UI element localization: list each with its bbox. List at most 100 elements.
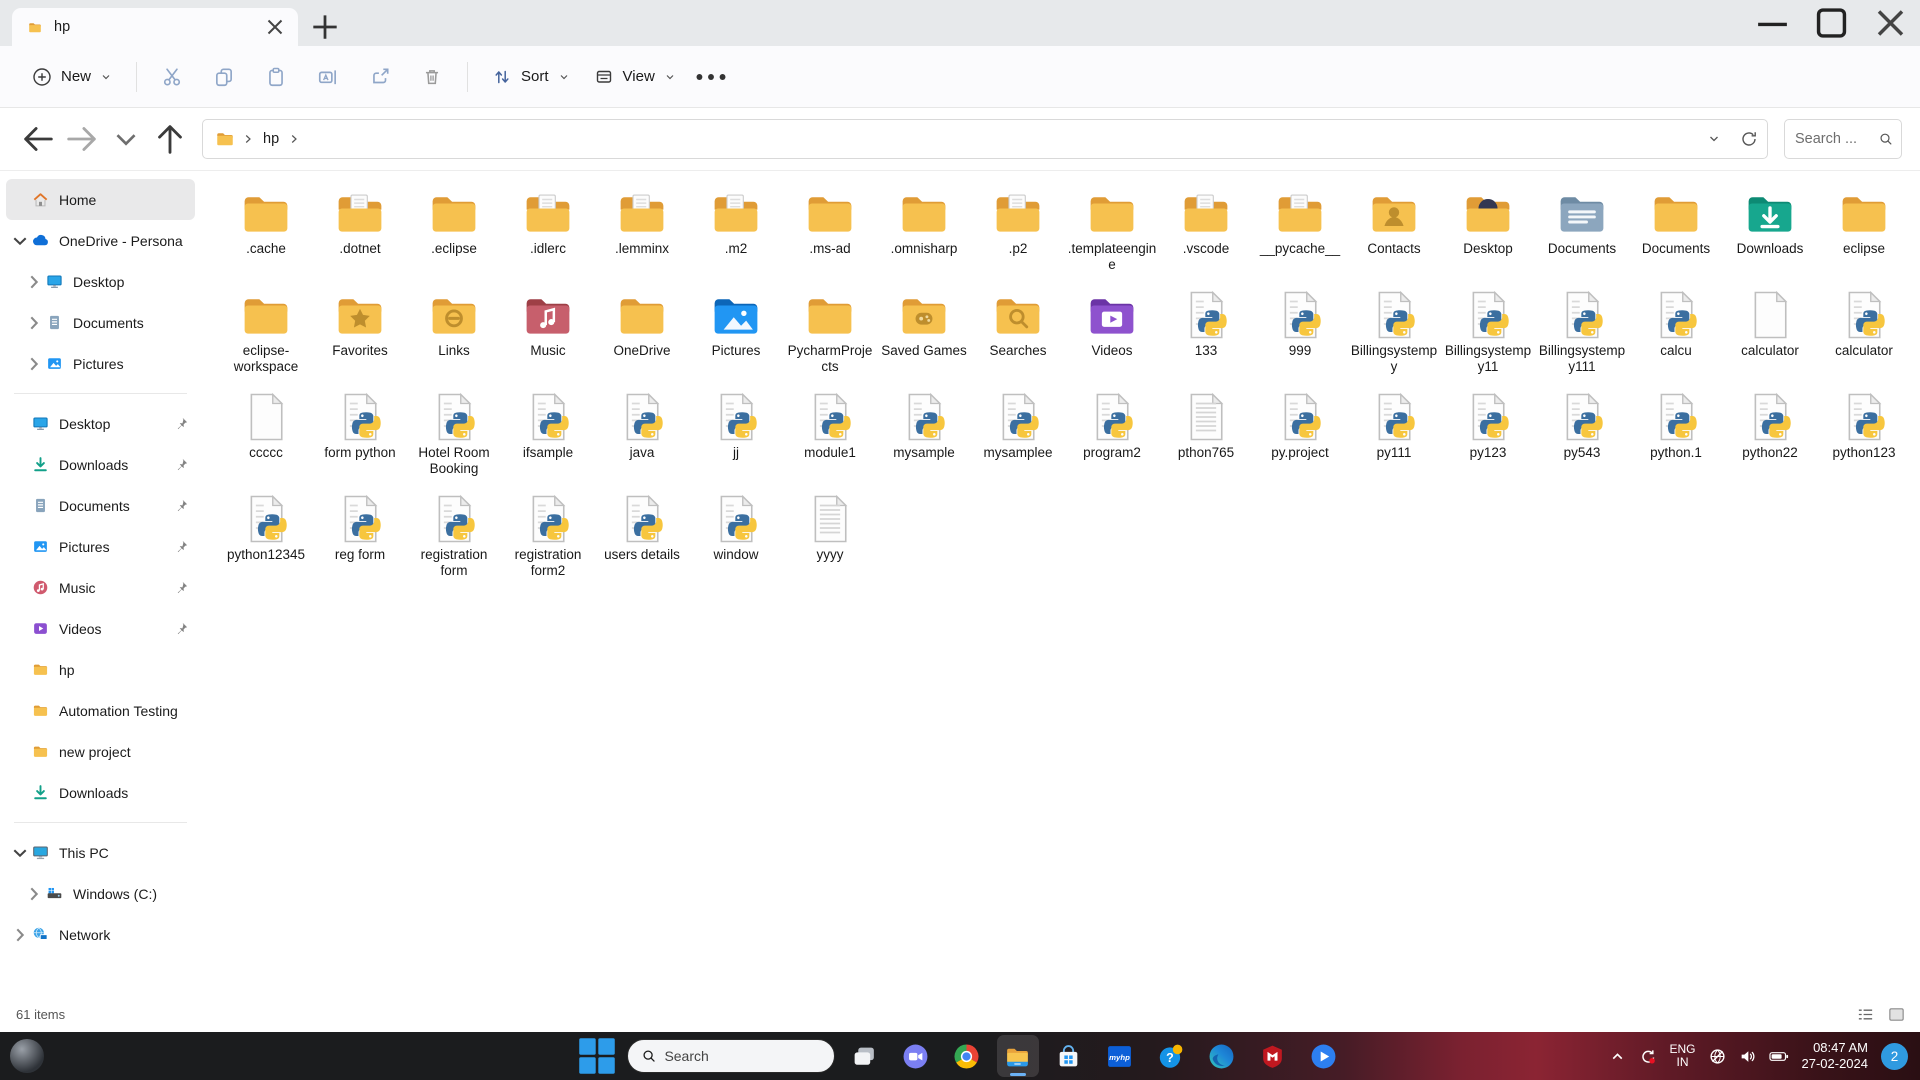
- file-item[interactable]: __pycache__: [1253, 183, 1347, 276]
- breadcrumb[interactable]: hp: [202, 119, 1768, 159]
- file-item[interactable]: .eclipse: [407, 183, 501, 276]
- chevron-down-icon[interactable]: [8, 845, 32, 861]
- file-item[interactable]: ifsample: [501, 387, 595, 480]
- file-item[interactable]: Billingsystempy11: [1441, 285, 1535, 378]
- share-button[interactable]: [357, 56, 403, 98]
- address-dropdown-icon[interactable]: [1706, 131, 1722, 147]
- file-item[interactable]: calcu: [1629, 285, 1723, 378]
- sidebar-item-automation-testing[interactable]: Automation Testing: [6, 690, 195, 731]
- taskbar-search-input[interactable]: [664, 1048, 819, 1064]
- notification-badge[interactable]: 2: [1881, 1043, 1908, 1070]
- file-item[interactable]: python.1: [1629, 387, 1723, 480]
- sidebar-item-desktop[interactable]: Desktop: [6, 261, 195, 302]
- back-button[interactable]: [18, 120, 58, 158]
- cut-button[interactable]: [149, 56, 195, 98]
- file-item[interactable]: eclipse-workspace: [219, 285, 313, 378]
- file-item[interactable]: mysamplee: [971, 387, 1065, 480]
- file-item[interactable]: .p2: [971, 183, 1065, 276]
- network-globe-icon[interactable]: [1709, 1048, 1726, 1065]
- tab-close-icon[interactable]: [262, 14, 288, 40]
- file-item[interactable]: Documents: [1535, 183, 1629, 276]
- file-item[interactable]: registration form: [407, 489, 501, 582]
- file-item[interactable]: python22: [1723, 387, 1817, 480]
- up-button[interactable]: [150, 120, 190, 158]
- file-explorer-taskbar-button[interactable]: [997, 1035, 1039, 1077]
- chevron-right-icon[interactable]: [22, 356, 46, 372]
- file-item[interactable]: reg form: [313, 489, 407, 582]
- file-item[interactable]: eclipse: [1817, 183, 1911, 276]
- file-item[interactable]: Downloads: [1723, 183, 1817, 276]
- sidebar-item-this-pc[interactable]: This PC: [6, 832, 195, 873]
- file-item[interactable]: Contacts: [1347, 183, 1441, 276]
- view-button[interactable]: View: [582, 58, 688, 96]
- file-item[interactable]: mysample: [877, 387, 971, 480]
- file-item[interactable]: Searches: [971, 285, 1065, 378]
- teams-chat-taskbar-button[interactable]: [895, 1035, 937, 1077]
- sidebar-item-videos[interactable]: Videos: [6, 608, 195, 649]
- chevron-right-icon[interactable]: [22, 886, 46, 902]
- file-item[interactable]: Music: [501, 285, 595, 378]
- file-item[interactable]: Videos: [1065, 285, 1159, 378]
- file-item[interactable]: PycharmProjects: [783, 285, 877, 378]
- file-item[interactable]: OneDrive: [595, 285, 689, 378]
- sidebar-item-home[interactable]: Home: [6, 179, 195, 220]
- task-view-taskbar-button[interactable]: [844, 1035, 886, 1077]
- file-item[interactable]: python12345: [219, 489, 313, 582]
- file-item[interactable]: yyyy: [783, 489, 877, 582]
- sidebar-item-network[interactable]: Network: [6, 914, 195, 955]
- taskbar-search[interactable]: [627, 1039, 835, 1073]
- sidebar-item-downloads[interactable]: Downloads: [6, 772, 195, 813]
- sidebar-item-music[interactable]: Music: [6, 567, 195, 608]
- file-item[interactable]: .vscode: [1159, 183, 1253, 276]
- file-item[interactable]: jj: [689, 387, 783, 480]
- file-item[interactable]: program2: [1065, 387, 1159, 480]
- chevron-right-icon[interactable]: [22, 274, 46, 290]
- file-item[interactable]: 133: [1159, 285, 1253, 378]
- sidebar-item-hp[interactable]: hp: [6, 649, 195, 690]
- file-item[interactable]: pthon765: [1159, 387, 1253, 480]
- sidebar-item-documents[interactable]: Documents: [6, 485, 195, 526]
- file-item[interactable]: Favorites: [313, 285, 407, 378]
- file-item[interactable]: .ms-ad: [783, 183, 877, 276]
- recent-locations-button[interactable]: [106, 120, 146, 158]
- file-item[interactable]: Billingsystempy111: [1535, 285, 1629, 378]
- new-button[interactable]: New: [20, 58, 124, 96]
- explorer-search-box[interactable]: [1784, 119, 1902, 159]
- chevron-right-icon[interactable]: [22, 315, 46, 331]
- file-item[interactable]: .dotnet: [313, 183, 407, 276]
- sidebar-item-new-project[interactable]: new project: [6, 731, 195, 772]
- refresh-icon[interactable]: [1739, 129, 1759, 149]
- file-item[interactable]: Hotel Room Booking: [407, 387, 501, 480]
- file-item[interactable]: Documents: [1629, 183, 1723, 276]
- mcafee-taskbar-button[interactable]: [1252, 1035, 1294, 1077]
- hidden-icons-chevron[interactable]: [1609, 1048, 1626, 1065]
- file-item[interactable]: .templateengine: [1065, 183, 1159, 276]
- media-player-taskbar-button[interactable]: [1303, 1035, 1345, 1077]
- volume-icon[interactable]: [1739, 1048, 1756, 1065]
- file-item[interactable]: Saved Games: [877, 285, 971, 378]
- file-item[interactable]: Pictures: [689, 285, 783, 378]
- file-item[interactable]: window: [689, 489, 783, 582]
- clock[interactable]: 08:47 AM 27-02-2024: [1802, 1040, 1869, 1072]
- file-item[interactable]: form python: [313, 387, 407, 480]
- large-icons-view-icon[interactable]: [1887, 1005, 1906, 1024]
- sync-icon[interactable]: [1639, 1048, 1656, 1065]
- delete-button[interactable]: [409, 56, 455, 98]
- sidebar-item-pictures[interactable]: Pictures: [6, 343, 195, 384]
- minimize-button[interactable]: [1743, 0, 1802, 46]
- file-item[interactable]: py123: [1441, 387, 1535, 480]
- sort-button[interactable]: Sort: [480, 58, 582, 96]
- sidebar-item-desktop[interactable]: Desktop: [6, 403, 195, 444]
- close-button[interactable]: [1861, 0, 1920, 46]
- weather-widget-icon[interactable]: [10, 1039, 44, 1073]
- sidebar-item-documents[interactable]: Documents: [6, 302, 195, 343]
- file-item[interactable]: .omnisharp: [877, 183, 971, 276]
- language-indicator[interactable]: ENG IN: [1669, 1043, 1695, 1069]
- get-help-taskbar-button[interactable]: ?: [1150, 1035, 1192, 1077]
- file-item[interactable]: calculator: [1817, 285, 1911, 378]
- maximize-button[interactable]: [1802, 0, 1861, 46]
- file-item[interactable]: calculator: [1723, 285, 1817, 378]
- file-item[interactable]: module1: [783, 387, 877, 480]
- file-item[interactable]: 999: [1253, 285, 1347, 378]
- file-item[interactable]: Links: [407, 285, 501, 378]
